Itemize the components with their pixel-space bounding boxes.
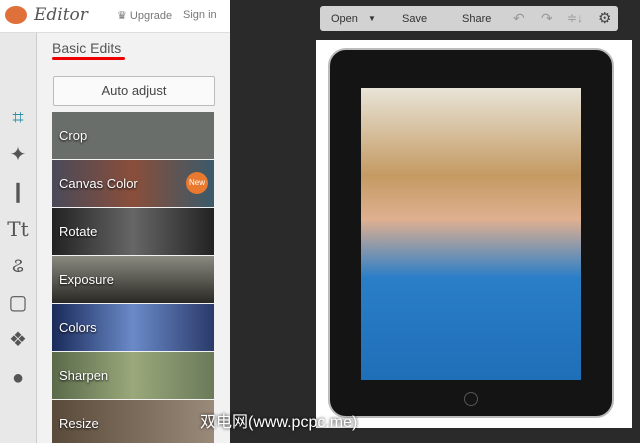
monkey-logo-icon[interactable]	[5, 6, 27, 24]
tool-exposure[interactable]: Exposure	[52, 256, 214, 303]
seasonal-apple-icon[interactable]: ●	[5, 365, 31, 391]
new-badge: New	[186, 172, 208, 194]
tool-category-bar: ⌗ ✦ ❙ Tt ଌ ▢ ❖ ●	[0, 33, 36, 443]
tool-resize[interactable]: Resize	[52, 400, 214, 443]
frames-icon[interactable]: ▢	[5, 290, 31, 316]
tool-crop[interactable]: Crop	[52, 112, 214, 159]
upgrade-link[interactable]: ♛ Upgrade	[117, 9, 172, 22]
tool-rotate[interactable]: Rotate	[52, 208, 214, 255]
share-button[interactable]: Share	[462, 13, 491, 25]
app-title: Editor	[34, 5, 88, 25]
overlays-butterfly-icon[interactable]: ଌ	[5, 253, 31, 279]
tool-label: Colors	[59, 320, 97, 335]
image-canvas[interactable]	[316, 40, 632, 428]
tool-label: Canvas Color	[59, 176, 138, 191]
tool-label: Rotate	[59, 224, 98, 239]
layers-icon[interactable]: ≑↓	[567, 11, 583, 25]
textures-icon[interactable]: ❖	[5, 327, 31, 353]
tool-label: Exposure	[59, 272, 114, 287]
redo-icon[interactable]: ↷	[541, 10, 553, 27]
effects-wand-icon[interactable]: ✦	[5, 142, 31, 168]
sign-in-link[interactable]: Sign in	[183, 9, 217, 21]
upgrade-label: Upgrade	[129, 10, 173, 22]
home-button-icon	[464, 392, 478, 406]
app-header: Editor ♛ Upgrade Sign in	[0, 0, 230, 33]
top-toolbar: Open ▼ Save Share ↶ ↷ ≑↓ ⚙	[320, 6, 618, 31]
crop-icon[interactable]: ⌗	[5, 105, 31, 131]
tool-colors[interactable]: Colors	[52, 304, 214, 351]
touch-up-icon[interactable]: ❙	[5, 179, 31, 205]
text-icon[interactable]: Tt	[5, 216, 31, 242]
tool-label: Sharpen	[59, 368, 109, 383]
open-dropdown-icon[interactable]: ▼	[368, 14, 376, 23]
tool-sharpen[interactable]: Sharpen	[52, 352, 214, 399]
settings-gear-icon[interactable]: ⚙	[598, 9, 611, 27]
tool-canvas-color[interactable]: Canvas Color New	[52, 160, 214, 207]
photo-girl-blowing-bubbles	[361, 88, 581, 380]
ipad-frame	[328, 48, 614, 418]
tool-label: Resize	[59, 416, 99, 431]
tool-label: Crop	[59, 128, 88, 143]
undo-icon[interactable]: ↶	[513, 10, 525, 27]
section-title: Basic Edits	[52, 40, 122, 56]
watermark: 双电网(www.pcpc.me)	[200, 414, 358, 431]
auto-adjust-button[interactable]: Auto adjust	[53, 76, 215, 106]
save-button[interactable]: Save	[402, 13, 427, 25]
open-button[interactable]: Open	[331, 13, 358, 25]
title-underline	[52, 57, 125, 60]
